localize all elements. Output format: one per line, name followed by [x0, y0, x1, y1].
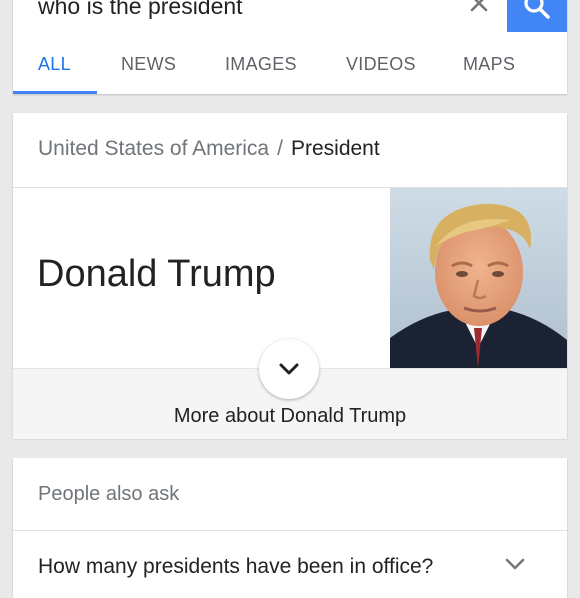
question-row[interactable]: How many presidents have been in office? — [13, 531, 567, 598]
clear-button[interactable] — [463, 0, 495, 26]
people-also-ask-title: People also ask — [38, 483, 180, 505]
active-tab-indicator — [13, 91, 97, 94]
tab-videos[interactable]: VIDEOS — [346, 32, 416, 94]
question-text: How many presidents have been in office? — [38, 555, 434, 578]
search-icon — [524, 0, 550, 19]
knowledge-panel: United States of America / President Donal… — [13, 113, 567, 439]
search-button[interactable] — [507, 0, 567, 32]
breadcrumb: United States of America / President — [38, 137, 380, 161]
knowledge-panel-footer: More about Donald Trump — [13, 339, 567, 439]
search-input[interactable]: who is the president — [38, 0, 243, 20]
entity-title: Donald Trump — [37, 253, 276, 295]
more-about-link[interactable]: More about Donald Trump — [13, 405, 567, 428]
tab-images[interactable]: IMAGES — [225, 32, 297, 94]
breadcrumb-separator: / — [277, 137, 283, 160]
entity-portrait[interactable] — [390, 188, 567, 368]
tab-news[interactable]: NEWS — [121, 32, 176, 94]
tab-all[interactable]: ALL — [38, 32, 71, 94]
search-card: who is the president ALL NEWS IMAGES VID… — [13, 0, 567, 94]
breadcrumb-role: President — [290, 137, 380, 160]
breadcrumb-country[interactable]: United States of America — [38, 137, 269, 160]
search-tabs: ALL NEWS IMAGES VIDEOS MAPS — [13, 32, 567, 94]
tab-maps[interactable]: MAPS — [463, 32, 515, 94]
chevron-down-icon — [505, 558, 525, 570]
chevron-down-icon — [279, 363, 299, 375]
close-icon — [470, 0, 488, 12]
people-also-ask-card: People also ask How many presidents have… — [13, 458, 567, 598]
expand-button[interactable] — [259, 339, 319, 399]
